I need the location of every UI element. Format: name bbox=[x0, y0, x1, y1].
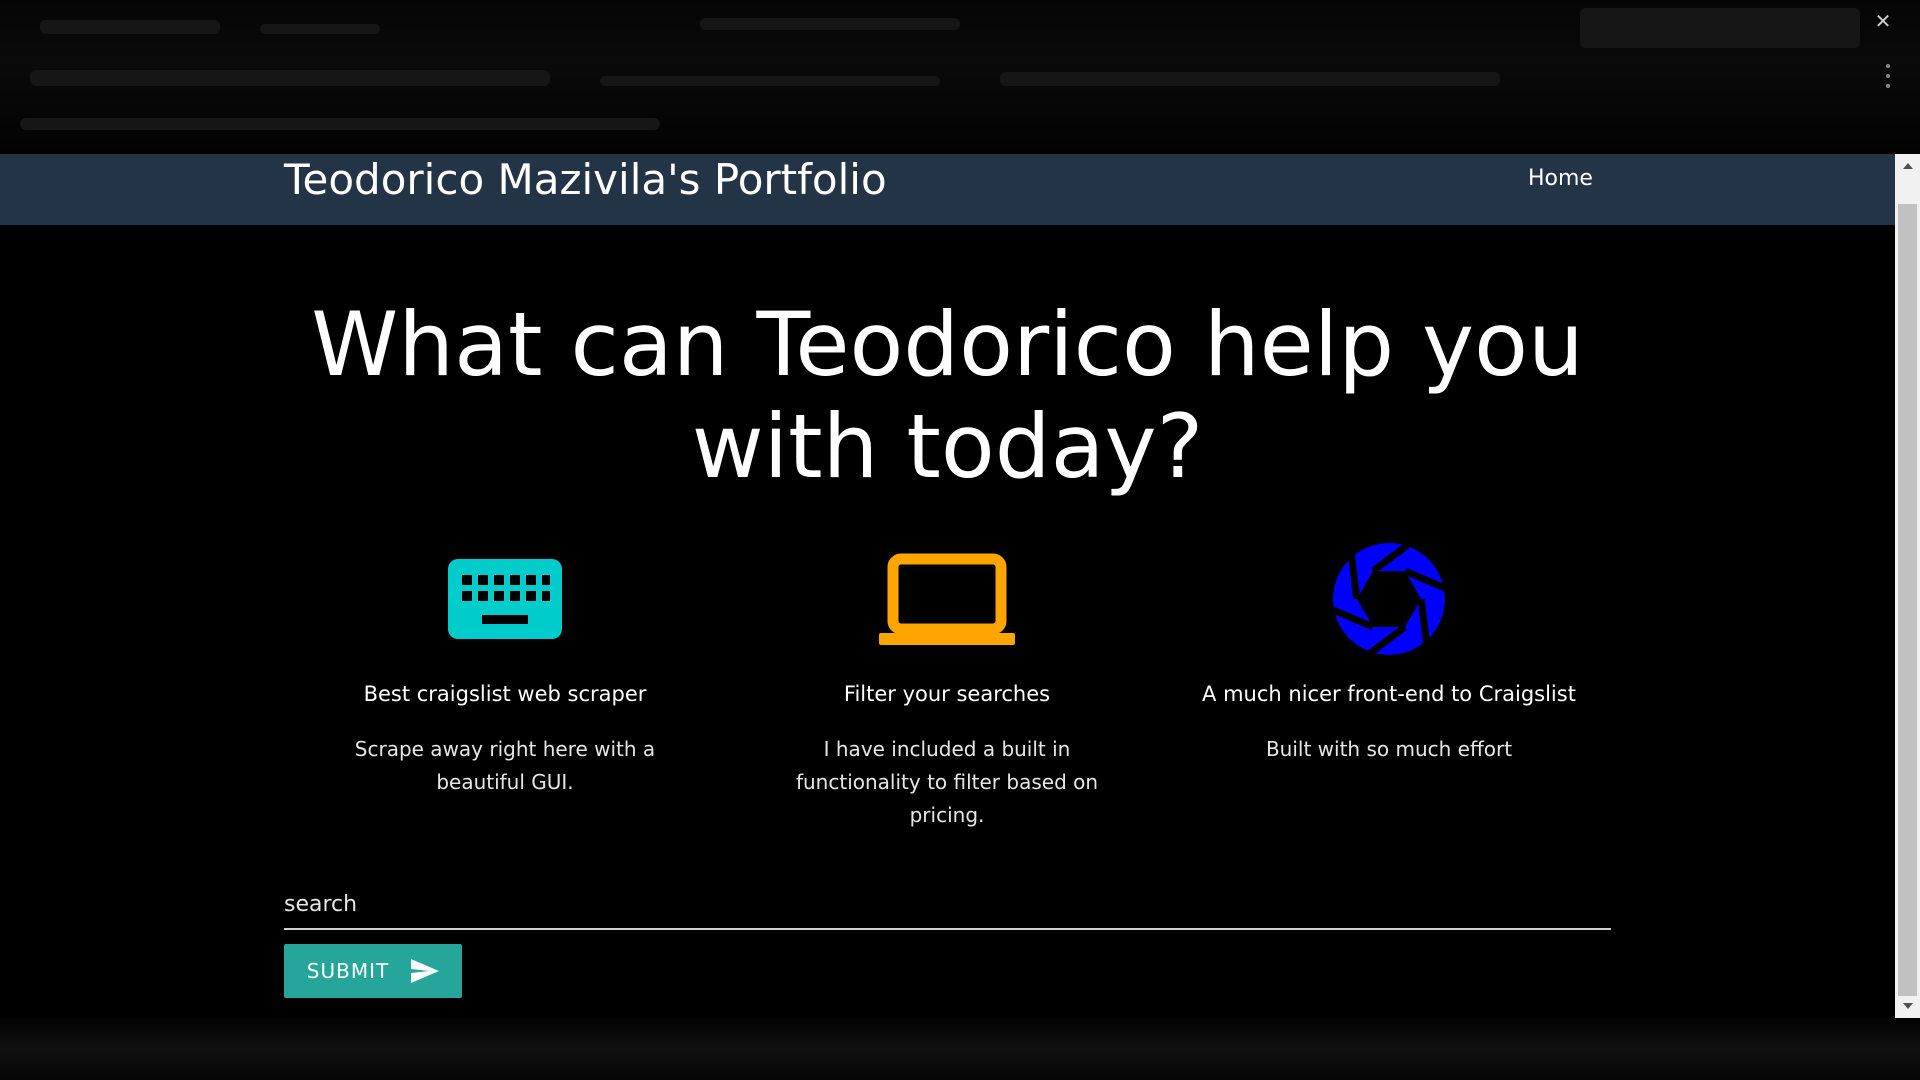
feature-description: I have included a built in functionality… bbox=[795, 737, 1099, 827]
scroll-up-arrow-icon[interactable] bbox=[1895, 154, 1920, 178]
close-icon[interactable]: ✕ bbox=[1872, 10, 1894, 32]
search-input[interactable] bbox=[284, 880, 1611, 930]
laptop-icon bbox=[879, 553, 1015, 645]
obscured-browser-chrome bbox=[0, 0, 1920, 154]
send-icon bbox=[411, 959, 440, 983]
feature-card-frontend: A much nicer front-end to Craigslist Bui… bbox=[1179, 539, 1599, 766]
more-options-icon[interactable] bbox=[1884, 64, 1892, 88]
scrollbar-thumb[interactable] bbox=[1898, 204, 1917, 996]
feature-title: Filter your searches bbox=[843, 682, 1051, 706]
feature-card-filter: Filter your searches I have included a b… bbox=[737, 539, 1157, 832]
page-viewport: Teodorico Mazivila's Portfolio Home What… bbox=[0, 154, 1895, 1018]
brand-title[interactable]: Teodorico Mazivila's Portfolio bbox=[284, 154, 887, 210]
feature-card-scraper: Best craigslist web scraper Scrape away … bbox=[295, 539, 715, 799]
navbar: Teodorico Mazivila's Portfolio Home bbox=[0, 154, 1895, 225]
feature-description: Built with so much effort bbox=[1265, 737, 1513, 761]
vertical-scrollbar[interactable] bbox=[1895, 154, 1920, 1018]
submit-button[interactable]: SUBMIT bbox=[284, 944, 462, 998]
feature-title: A much nicer front-end to Craigslist bbox=[1202, 682, 1576, 706]
scroll-down-arrow-icon[interactable] bbox=[1895, 994, 1920, 1018]
submit-label: SUBMIT bbox=[306, 959, 390, 983]
nav-link-home[interactable]: Home bbox=[1528, 164, 1593, 194]
keyboard-icon bbox=[448, 559, 562, 639]
feature-title: Best craigslist web scraper bbox=[363, 682, 647, 706]
feature-description: Scrape away right here with a beautiful … bbox=[354, 737, 656, 794]
obscured-taskbar bbox=[0, 1018, 1920, 1080]
page-headline: What can Teodorico help you with today? bbox=[311, 293, 1584, 498]
screen: ✕ Teodorico Mazivila's Portfolio Home Wh… bbox=[0, 0, 1920, 1080]
camera-shutter-icon bbox=[1333, 543, 1445, 655]
